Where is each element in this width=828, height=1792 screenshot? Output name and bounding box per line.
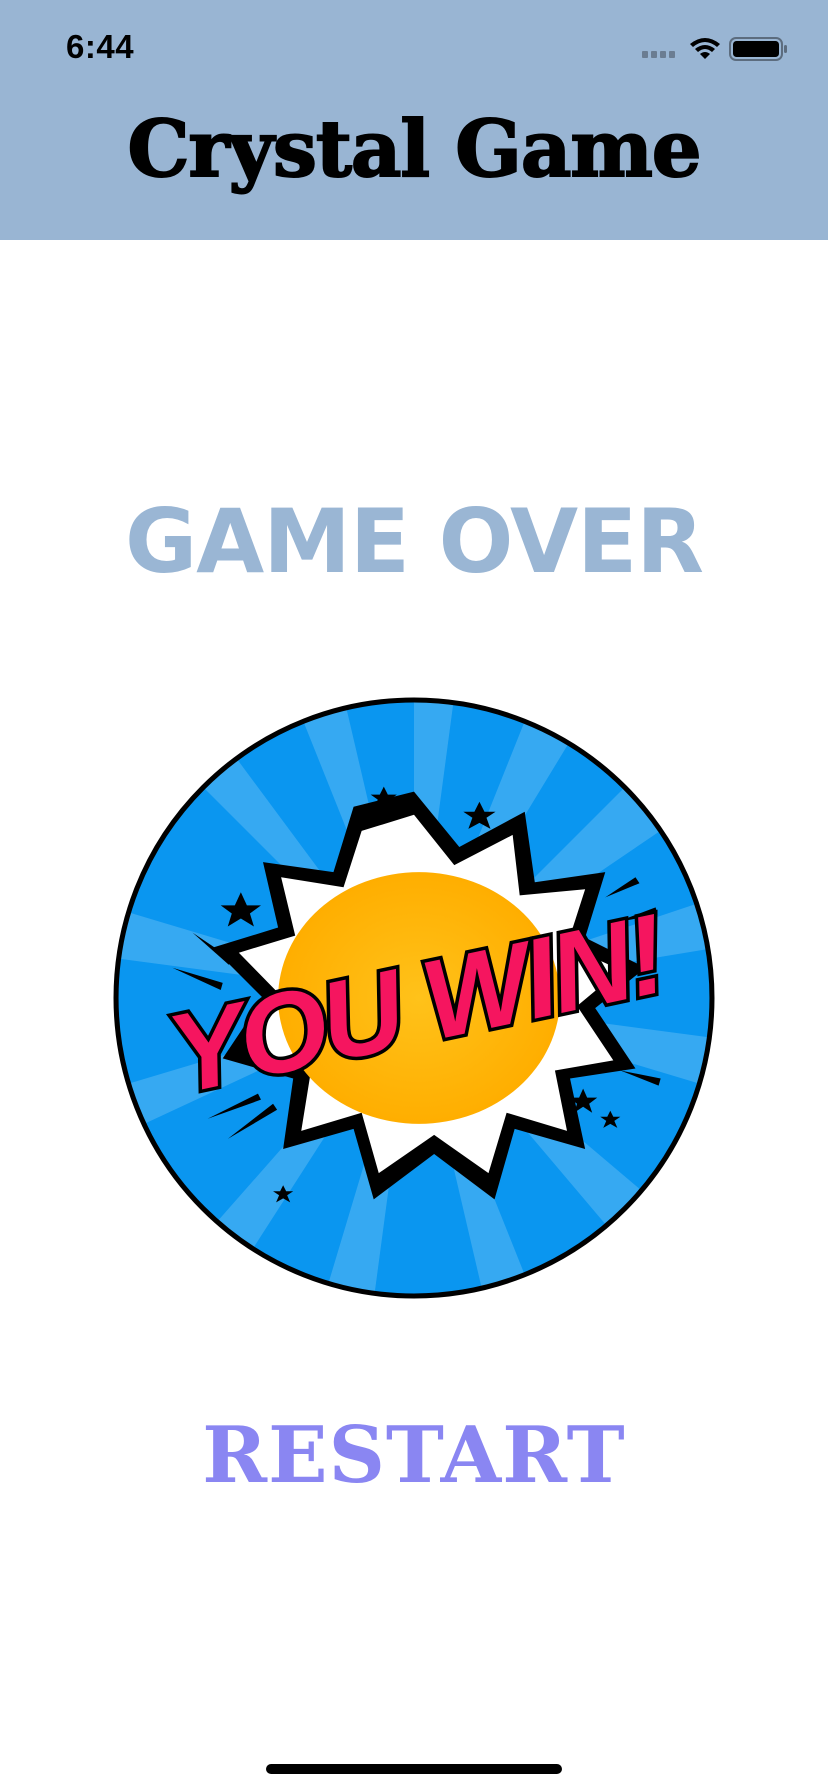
status-icons [642, 37, 787, 61]
you-win-badge: YOU WIN! [113, 697, 715, 1299]
wifi-icon [690, 38, 720, 59]
home-indicator[interactable] [266, 1764, 562, 1774]
status-time: 6:44 [66, 28, 135, 65]
restart-button[interactable]: RESTART [0, 1410, 828, 1501]
app-title: Crystal Game [126, 103, 702, 196]
battery-icon [729, 37, 787, 61]
app-header: 6:44 Crystal Game [0, 0, 828, 240]
cellular-signal-icon [642, 51, 675, 58]
game-over-heading: GAME OVER [124, 490, 704, 593]
